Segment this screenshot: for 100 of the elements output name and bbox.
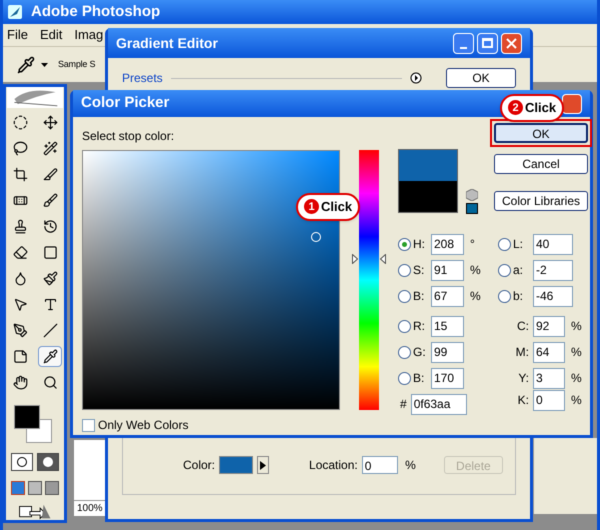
color-label: Color: xyxy=(183,457,216,474)
radio-button[interactable] xyxy=(498,264,511,276)
feather-logo-icon xyxy=(7,87,63,108)
value-field[interactable]: 170 xyxy=(431,368,464,388)
move-arrows-icon xyxy=(42,114,58,130)
tool-button[interactable] xyxy=(38,346,62,367)
eyedropper-icon xyxy=(42,348,58,364)
field-label: S: xyxy=(413,262,426,279)
field-label: G: xyxy=(413,344,427,361)
field-label: M: xyxy=(514,344,530,361)
unit-label: % xyxy=(470,288,481,305)
prompt-label: Select stop color: xyxy=(82,128,176,145)
color-menu-button[interactable] xyxy=(257,456,270,474)
hex-field[interactable]: 0f63aa xyxy=(410,394,467,414)
menu-item[interactable]: Imag xyxy=(74,25,104,45)
unit-label: % xyxy=(470,262,481,279)
stop-color-swatch[interactable] xyxy=(219,456,254,474)
paintbrush-icon xyxy=(42,270,58,286)
radio-button[interactable] xyxy=(398,264,411,276)
screen-mode-button[interactable] xyxy=(11,480,25,495)
close-button[interactable] xyxy=(562,94,582,114)
type-icon xyxy=(42,296,58,312)
eyedropper-icon[interactable] xyxy=(17,56,35,74)
standard-mode-button[interactable] xyxy=(11,452,33,471)
current-color-swatch xyxy=(399,181,457,212)
new-color-swatch xyxy=(399,150,457,181)
radio-button[interactable] xyxy=(398,320,411,332)
eraser-icon xyxy=(12,244,28,260)
ok-button[interactable]: OK xyxy=(446,68,516,88)
group-label: Presets xyxy=(122,70,163,87)
cube-icon[interactable] xyxy=(466,189,478,201)
knife-icon xyxy=(42,166,58,182)
radio-button[interactable] xyxy=(398,372,411,384)
screen-mode-button[interactable] xyxy=(28,480,42,495)
pointer-icon xyxy=(12,296,28,312)
value-field[interactable]: -46 xyxy=(533,286,573,306)
field-label: B: xyxy=(413,370,426,387)
close-icon xyxy=(506,38,517,48)
checkbox-label: Only Web Colors xyxy=(98,417,188,434)
dialog-button[interactable]: OK xyxy=(494,123,588,143)
value-field[interactable]: 64 xyxy=(533,342,565,362)
dropdown-arrow-icon[interactable] xyxy=(41,62,48,66)
radio-button[interactable] xyxy=(498,238,511,250)
screen-mode-button[interactable] xyxy=(45,480,59,495)
field-label: R: xyxy=(413,318,426,335)
unit-label: % xyxy=(571,318,582,335)
callout-text: Click xyxy=(321,198,352,216)
window-title: Gradient Editor xyxy=(116,34,218,52)
field-label: C: xyxy=(516,318,530,335)
slider-thumb[interactable] xyxy=(352,254,386,264)
web-safe-swatch[interactable] xyxy=(466,203,478,214)
hand-icon xyxy=(12,374,28,390)
radio-button[interactable] xyxy=(398,290,411,302)
search-icon xyxy=(42,374,58,390)
value-field[interactable]: 3 xyxy=(533,368,565,388)
crop-icon xyxy=(12,166,28,182)
menu-item[interactable]: Edit xyxy=(40,25,62,45)
field-label: K: xyxy=(516,392,530,409)
field-label: B: xyxy=(413,288,426,305)
app-icon xyxy=(7,4,23,20)
value-field[interactable]: 99 xyxy=(431,342,464,362)
callout-text: Click xyxy=(525,99,556,117)
close-button[interactable] xyxy=(501,32,522,54)
field-label: a: xyxy=(513,262,524,279)
dialog-button[interactable]: Cancel xyxy=(494,154,588,174)
line-icon xyxy=(42,322,58,338)
radio-button[interactable] xyxy=(498,290,511,302)
maximize-button[interactable] xyxy=(477,32,498,54)
value-field[interactable]: 67 xyxy=(431,286,464,306)
note-icon xyxy=(12,348,28,364)
location-field[interactable]: 0 xyxy=(362,456,398,474)
stamp-icon xyxy=(12,218,28,234)
radio-button[interactable] xyxy=(398,346,411,358)
dialog-button[interactable]: Color Libraries xyxy=(494,191,588,211)
dashed-circle-icon xyxy=(12,114,28,130)
minimize-button[interactable] xyxy=(453,32,474,54)
droplet-icon xyxy=(12,270,28,286)
quick-mask-button[interactable] xyxy=(37,452,59,471)
field-label: b: xyxy=(513,288,524,305)
unit-label: % xyxy=(571,392,582,409)
menu-item[interactable]: File xyxy=(7,25,28,45)
radio-button[interactable] xyxy=(398,238,411,250)
unit-label: ° xyxy=(470,236,475,253)
checkbox[interactable] xyxy=(82,418,95,432)
step-number: 1 xyxy=(304,199,319,214)
window-title: Color Picker xyxy=(81,93,170,114)
pen-icon xyxy=(12,322,28,338)
foreground-color-swatch[interactable] xyxy=(14,404,40,429)
unit-label: % xyxy=(405,457,416,474)
value-field[interactable]: 92 xyxy=(533,316,565,336)
value-field[interactable]: 40 xyxy=(533,234,573,254)
value-field[interactable]: 208 xyxy=(431,234,464,254)
value-field[interactable]: 0 xyxy=(533,390,565,410)
value-field[interactable]: 91 xyxy=(431,260,464,280)
history-icon xyxy=(42,218,58,234)
value-field[interactable]: -2 xyxy=(533,260,573,280)
lasso-icon xyxy=(12,140,28,156)
color-marker[interactable] xyxy=(311,232,321,242)
field-label: H: xyxy=(413,236,426,253)
value-field[interactable]: 15 xyxy=(431,316,464,336)
